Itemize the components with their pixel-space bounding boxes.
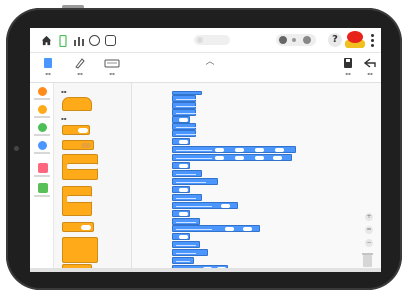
script-block[interactable] — [172, 109, 196, 116]
back-tool[interactable]: ▪▪ — [358, 56, 381, 80]
alarm-button-icon[interactable] — [345, 31, 365, 49]
script-block[interactable] — [172, 257, 194, 264]
palette-block[interactable] — [62, 140, 94, 150]
trash-icon[interactable] — [362, 253, 373, 267]
script-block[interactable] — [172, 241, 200, 248]
edit-tool[interactable]: ▪▪ — [68, 56, 92, 80]
script-block[interactable] — [172, 218, 200, 225]
keyboard-icon — [104, 59, 120, 68]
category-bar — [30, 83, 54, 272]
script-workspace: + = − — [132, 83, 381, 272]
bottom-strip — [30, 268, 381, 272]
palette-block[interactable] — [62, 125, 90, 135]
tablet-device: ? ▪▪ ▪▪ ▪▪ ▪▪ ▪▪ ︿ ▪▪ ▪▪ + = − — [0, 0, 408, 293]
zoom-reset-icon[interactable]: = — [365, 226, 373, 234]
palette-block[interactable] — [62, 222, 94, 232]
category-motion[interactable] — [38, 87, 47, 96]
zoom-out-icon[interactable]: − — [365, 239, 373, 247]
download-icon[interactable] — [89, 35, 100, 46]
block-palette: ▪▪ ▪▪ — [54, 83, 132, 272]
category-sensing[interactable] — [38, 123, 47, 132]
category-variables[interactable] — [38, 163, 48, 173]
script-block[interactable] — [172, 138, 190, 145]
script-block[interactable] — [172, 186, 190, 193]
palette-hat-block[interactable] — [62, 97, 92, 111]
category-control[interactable] — [38, 105, 47, 114]
settings-icon[interactable] — [105, 35, 116, 46]
chart-icon[interactable] — [72, 34, 85, 47]
file-icon — [44, 58, 52, 68]
category-operators[interactable] — [38, 141, 47, 150]
app-screen: ? ▪▪ ▪▪ ▪▪ ▪▪ ▪▪ ︿ ▪▪ ▪▪ + = − — [30, 28, 381, 272]
connection-status[interactable] — [276, 34, 316, 46]
zoom-in-icon[interactable]: + — [365, 213, 373, 221]
more-menu-icon[interactable] — [371, 34, 375, 47]
script-block[interactable] — [172, 130, 196, 137]
save-tool[interactable]: ▪▪ — [336, 56, 360, 80]
script-block[interactable] — [172, 225, 260, 232]
script-block[interactable] — [172, 102, 196, 109]
top-bar: ? — [30, 28, 381, 53]
script-block[interactable] — [172, 170, 202, 177]
collapse-chevron-icon[interactable]: ︿ — [200, 57, 220, 69]
script-block[interactable] — [172, 116, 190, 123]
palette-section-title: ▪▪ — [61, 116, 67, 121]
script-block[interactable] — [172, 154, 292, 161]
keyboard-tool[interactable]: ▪▪ — [100, 56, 124, 80]
script-block[interactable] — [172, 194, 202, 201]
app-logo — [194, 35, 230, 45]
edit-icon — [75, 58, 85, 69]
script-block[interactable] — [172, 95, 196, 102]
palette-c-block[interactable] — [62, 237, 98, 263]
script-block[interactable] — [172, 162, 190, 169]
script-block[interactable] — [172, 202, 238, 209]
script-block[interactable] — [172, 210, 190, 217]
script-block[interactable] — [172, 178, 218, 185]
home-icon[interactable] — [40, 34, 53, 47]
script-block[interactable] — [172, 146, 296, 153]
script-block[interactable] — [172, 249, 208, 256]
save-icon — [344, 58, 352, 68]
category-myblocks[interactable] — [38, 183, 48, 193]
phone-icon[interactable] — [56, 34, 69, 47]
bluetooth-icon — [303, 36, 311, 44]
palette-section-title: ▪▪ — [61, 89, 67, 94]
link-dot — [292, 38, 296, 42]
help-button[interactable]: ? — [328, 33, 342, 47]
script-block[interactable] — [172, 233, 190, 240]
camera-dot — [14, 146, 19, 151]
file-tool[interactable]: ▪▪ — [36, 56, 60, 80]
back-icon — [364, 58, 376, 68]
device-icon — [279, 36, 287, 44]
script-block[interactable] — [172, 123, 196, 130]
